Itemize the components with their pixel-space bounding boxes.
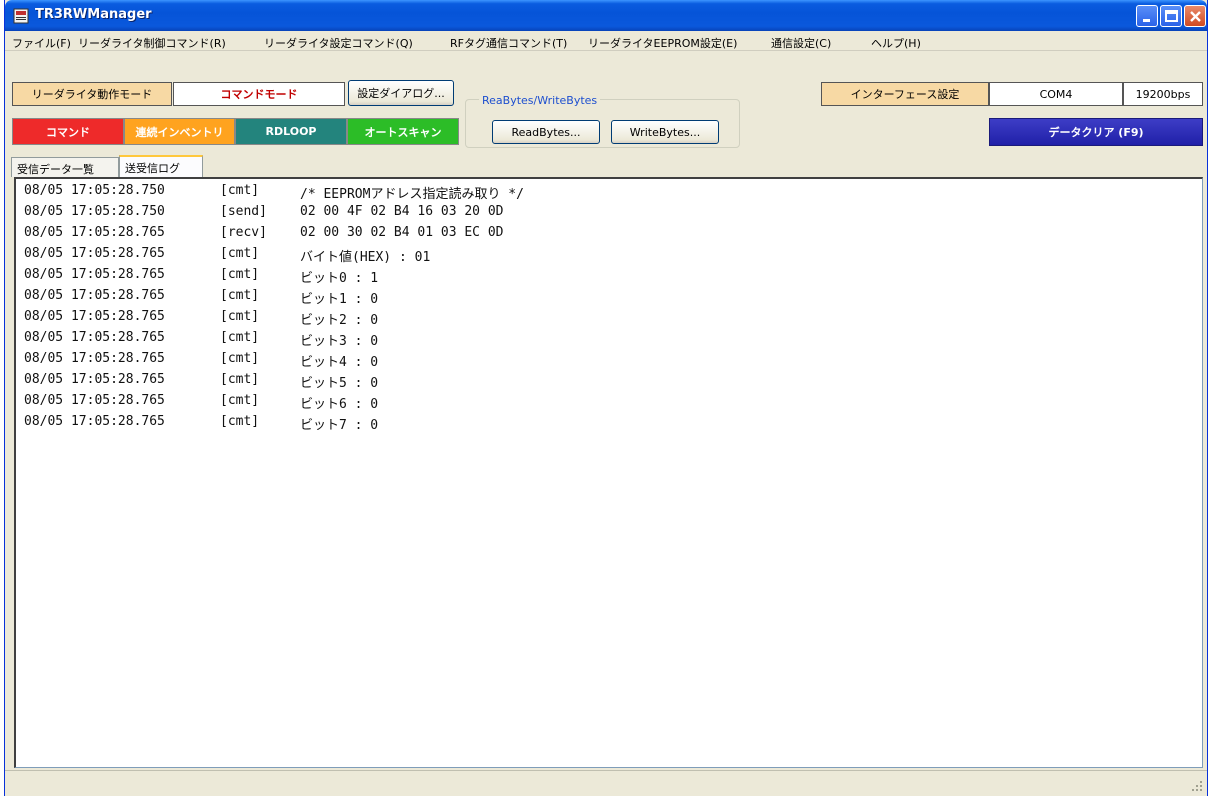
mode-label: リーダライタ動作モード bbox=[12, 82, 172, 106]
log-message: ビット4 : 0 bbox=[300, 355, 379, 370]
command-button[interactable]: コマンド bbox=[12, 118, 124, 145]
log-time: 08/05 17:05:28.765 bbox=[24, 288, 165, 303]
settings-dialog-button[interactable]: 設定ダイアログ... bbox=[348, 80, 454, 106]
port-value: COM4 bbox=[989, 82, 1123, 106]
log-kind: [recv] bbox=[220, 225, 267, 240]
log-message: ビット7 : 0 bbox=[300, 418, 379, 433]
log-kind: [cmt] bbox=[220, 183, 260, 198]
write-bytes-button[interactable]: WriteBytes... bbox=[611, 120, 719, 144]
log-kind: [send] bbox=[220, 204, 267, 219]
close-button[interactable] bbox=[1184, 5, 1206, 27]
tab-received-data[interactable]: 受信データ一覧 bbox=[11, 157, 119, 177]
window-title: TR3RWManager bbox=[35, 7, 152, 22]
title-bar[interactable]: TR3RWManager bbox=[5, 0, 1207, 31]
log-kind: [cmt] bbox=[220, 393, 260, 408]
menu-eeprom[interactable]: リーダライタEEPROM設定(E) bbox=[588, 35, 737, 51]
readwrite-bytes-group-title: ReaBytes/WriteBytes bbox=[479, 94, 601, 107]
minimize-icon bbox=[1143, 19, 1150, 22]
log-kind: [cmt] bbox=[220, 246, 260, 261]
log-time: 08/05 17:05:28.765 bbox=[24, 393, 165, 408]
log-time: 08/05 17:05:28.765 bbox=[24, 372, 165, 387]
auto-scan-button[interactable]: オートスキャン bbox=[347, 118, 459, 145]
log-time: 08/05 17:05:28.765 bbox=[24, 414, 165, 429]
menu-bar: ファイル(F) リーダライタ制御コマンド(R) リーダライタ設定コマンド(Q) … bbox=[5, 31, 1207, 51]
app-window: TR3RWManager ファイル(F) リーダライタ制御コマンド(R) リーダ… bbox=[4, 0, 1208, 796]
log-panel[interactable]: 08/05 17:05:28.750 [cmt] /* EEPROMアドレス指定読み… bbox=[14, 177, 1203, 768]
resize-grip-icon[interactable] bbox=[1191, 780, 1203, 792]
log-message: ビット3 : 0 bbox=[300, 334, 379, 349]
log-time: 08/05 17:05:28.765 bbox=[24, 225, 165, 240]
log-kind: [cmt] bbox=[220, 288, 260, 303]
log-kind: [cmt] bbox=[220, 309, 260, 324]
menu-help[interactable]: ヘルプ(H) bbox=[871, 35, 921, 51]
app-icon bbox=[13, 8, 29, 24]
log-time: 08/05 17:05:28.750 bbox=[24, 204, 165, 219]
close-icon bbox=[1190, 11, 1201, 22]
log-time: 08/05 17:05:28.765 bbox=[24, 309, 165, 324]
continuous-inventory-button[interactable]: 連続インベントリ bbox=[124, 118, 235, 145]
log-message: ビット6 : 0 bbox=[300, 397, 379, 412]
log-message: ビット0 : 1 bbox=[300, 271, 379, 286]
log-message: ビット1 : 0 bbox=[300, 292, 379, 307]
baud-value: 19200bps bbox=[1123, 82, 1203, 106]
menu-rw-control[interactable]: リーダライタ制御コマンド(R) bbox=[78, 35, 226, 51]
log-message: 02 00 30 02 B4 01 03 EC 0D bbox=[300, 225, 504, 240]
log-time: 08/05 17:05:28.750 bbox=[24, 183, 165, 198]
minimize-button[interactable] bbox=[1136, 5, 1158, 27]
log-kind: [cmt] bbox=[220, 351, 260, 366]
log-message: ビット5 : 0 bbox=[300, 376, 379, 391]
log-kind: [cmt] bbox=[220, 414, 260, 429]
interface-settings-button[interactable]: インターフェース設定 bbox=[821, 82, 989, 106]
log-kind: [cmt] bbox=[220, 330, 260, 345]
maximize-icon bbox=[1165, 10, 1178, 22]
menu-rw-settings[interactable]: リーダライタ設定コマンド(Q) bbox=[264, 35, 413, 51]
status-bar bbox=[5, 770, 1207, 796]
menu-comm-settings[interactable]: 通信設定(C) bbox=[771, 35, 831, 51]
maximize-button[interactable] bbox=[1160, 5, 1182, 27]
menu-file[interactable]: ファイル(F) bbox=[12, 35, 71, 51]
menu-rf-tag[interactable]: RFタグ通信コマンド(T) bbox=[450, 35, 567, 51]
log-time: 08/05 17:05:28.765 bbox=[24, 330, 165, 345]
log-kind: [cmt] bbox=[220, 372, 260, 387]
log-message: バイト値(HEX) : 01 bbox=[300, 250, 431, 265]
read-bytes-button[interactable]: ReadBytes... bbox=[492, 120, 600, 144]
log-time: 08/05 17:05:28.765 bbox=[24, 351, 165, 366]
clear-data-button[interactable]: データクリア (F9) bbox=[989, 118, 1203, 146]
log-time: 08/05 17:05:28.765 bbox=[24, 267, 165, 282]
rdloop-button[interactable]: RDLOOP bbox=[235, 118, 347, 145]
toolbar: リーダライタ動作モード コマンドモード 設定ダイアログ... コマンド 連続イン… bbox=[5, 52, 1207, 152]
log-time: 08/05 17:05:28.765 bbox=[24, 246, 165, 261]
log-message: ビット2 : 0 bbox=[300, 313, 379, 328]
tab-send-receive-log[interactable]: 送受信ログ bbox=[119, 155, 203, 177]
mode-value: コマンドモード bbox=[173, 82, 345, 106]
log-message: /* EEPROMアドレス指定読み取り */ bbox=[300, 187, 524, 202]
log-message: 02 00 4F 02 B4 16 03 20 0D bbox=[300, 204, 504, 219]
log-kind: [cmt] bbox=[220, 267, 260, 282]
